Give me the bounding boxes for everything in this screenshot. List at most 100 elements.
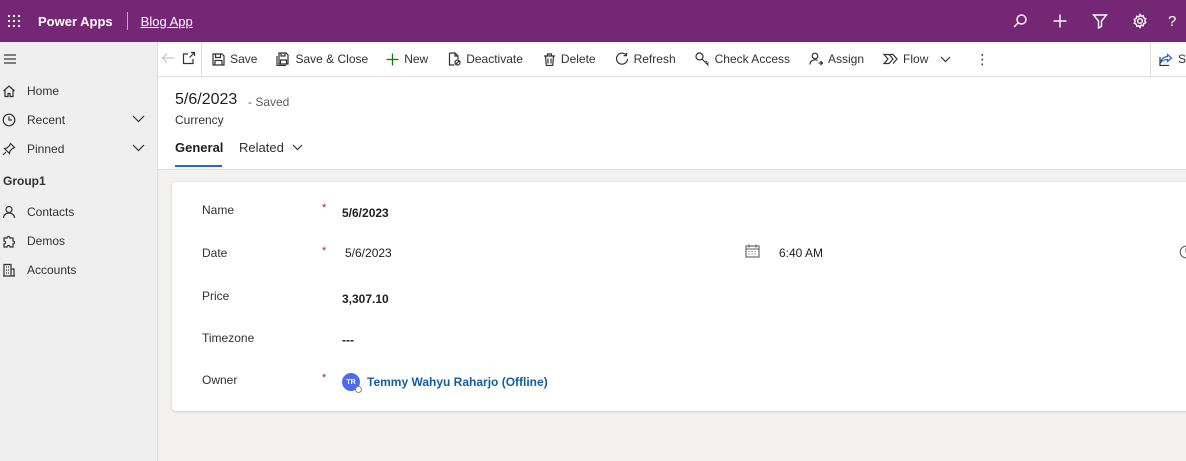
pin-icon [1, 141, 17, 157]
filter-icon[interactable] [1080, 0, 1120, 42]
top-bar: Power Apps Blog App ? [0, 0, 1186, 42]
check-access-button[interactable]: Check Access [695, 42, 790, 76]
sidebar: Home Recent Pinned Group1 Contacts Demos [0, 42, 158, 461]
tab-label: General [175, 140, 224, 155]
record-header: 5/6/2023 - Saved Currency General Relate… [158, 77, 1186, 170]
app-name: Power Apps [38, 13, 113, 29]
refresh-icon [615, 52, 629, 66]
command-divider [1150, 42, 1151, 76]
gear-icon[interactable] [1120, 0, 1160, 42]
hamburger-menu-icon[interactable] [0, 42, 157, 76]
delete-button[interactable]: Delete [543, 42, 596, 76]
avatar: TR [342, 373, 362, 393]
record-title: 5/6/2023 [175, 91, 238, 108]
arrow-left-icon [161, 52, 175, 67]
clock-icon[interactable] [1179, 245, 1186, 264]
app-launcher-icon[interactable] [3, 10, 25, 32]
flow-button[interactable]: Flow [883, 42, 951, 76]
name-field[interactable]: 5/6/2023 [342, 206, 389, 220]
chevron-down-icon [292, 144, 303, 151]
active-tab-indicator [175, 165, 222, 167]
sidebar-item-label: Pinned [27, 141, 65, 156]
trash-icon [543, 52, 556, 66]
save-icon [212, 52, 225, 66]
chevron-down-icon[interactable] [132, 141, 145, 155]
check-access-label: Check Access [714, 52, 790, 66]
puzzle-icon [1, 233, 17, 249]
sidebar-item-label: Recent [27, 112, 66, 127]
help-icon[interactable]: ? [1160, 0, 1186, 42]
entity-name: Currency [175, 113, 224, 127]
share-button[interactable]: S [1159, 42, 1186, 76]
open-in-new-window-button[interactable] [178, 42, 201, 76]
deactivate-label: Deactivate [466, 52, 523, 66]
chevron-down-icon[interactable] [132, 112, 145, 126]
sidebar-item-accounts[interactable]: Accounts [0, 255, 157, 284]
calendar-icon[interactable] [745, 244, 760, 263]
sidebar-item-contacts[interactable]: Contacts [0, 197, 157, 226]
save-and-close-button[interactable]: Save & Close [276, 42, 368, 76]
more-commands-button[interactable]: ⋮ [975, 42, 989, 76]
deactivate-button[interactable]: Deactivate [448, 42, 523, 76]
date-input[interactable]: 5/6/2023 [345, 246, 392, 260]
owner-label: Owner [202, 373, 238, 387]
assign-button[interactable]: Assign [809, 42, 864, 76]
owner-lookup[interactable]: TR Temmy Wahyu Raharjo (Offline) [342, 373, 548, 393]
pop-out-icon [182, 51, 196, 68]
command-bar: Save Save & Close New Deactivate Delete … [158, 42, 1186, 77]
sidebar-group-label: Group1 [3, 174, 46, 188]
tab-general[interactable]: General [175, 140, 223, 155]
chevron-down-icon[interactable] [940, 56, 951, 63]
refresh-button[interactable]: Refresh [615, 42, 676, 76]
save-and-close-icon [276, 52, 290, 66]
presence-offline-icon [355, 386, 362, 393]
building-icon [1, 262, 17, 278]
refresh-label: Refresh [633, 52, 676, 66]
owner-name-link[interactable]: Temmy Wahyu Raharjo (Offline) [367, 375, 548, 389]
sidebar-item-demos[interactable]: Demos [0, 226, 157, 255]
general-form-section: Name * 5/6/2023 Date * 5/6/2023 6:40 AM … [172, 182, 1186, 411]
timezone-label: Timezone [202, 331, 255, 345]
plus-icon[interactable] [1040, 0, 1080, 42]
save-button[interactable]: Save [212, 42, 257, 76]
person-assign-icon [809, 52, 823, 66]
home-icon [1, 83, 17, 99]
name-label: Name [202, 203, 235, 217]
share-label: S [1177, 52, 1186, 66]
sidebar-item-pinned[interactable]: Pinned [0, 134, 157, 163]
sidebar-item-home[interactable]: Home [0, 76, 157, 105]
delete-label: Delete [560, 52, 596, 66]
required-indicator: * [322, 372, 327, 384]
app-title-link[interactable]: Blog App [141, 14, 193, 29]
required-indicator: * [322, 202, 327, 214]
key-search-icon [695, 52, 710, 66]
sidebar-item-label: Demos [27, 233, 66, 248]
price-label: Price [202, 289, 230, 303]
save-status: - Saved [248, 95, 290, 109]
new-button[interactable]: New [386, 42, 428, 76]
back-button[interactable] [158, 42, 178, 76]
flow-label: Flow [903, 52, 929, 66]
date-label: Date [202, 246, 228, 260]
flow-icon [883, 53, 898, 65]
command-divider [200, 42, 202, 76]
topbar-actions: ? [1000, 0, 1186, 42]
save-label: Save [230, 52, 258, 66]
sidebar-item-label: Home [27, 83, 60, 98]
timezone-field[interactable]: --- [342, 333, 354, 347]
clock-icon [1, 112, 17, 128]
assign-label: Assign [828, 52, 865, 66]
time-input[interactable]: 6:40 AM [779, 246, 823, 260]
sidebar-item-label: Contacts [27, 204, 75, 219]
new-label: New [404, 52, 429, 66]
plus-icon [386, 53, 399, 66]
price-field[interactable]: 3,307.10 [342, 292, 389, 306]
topbar-divider [126, 12, 128, 30]
person-icon [1, 204, 17, 220]
search-icon[interactable] [1000, 0, 1040, 42]
more-icon: ⋮ [975, 50, 990, 67]
tab-related[interactable]: Related [239, 140, 303, 155]
required-indicator: * [322, 245, 327, 257]
sidebar-item-recent[interactable]: Recent [0, 105, 157, 134]
tab-label: Related [239, 140, 284, 155]
